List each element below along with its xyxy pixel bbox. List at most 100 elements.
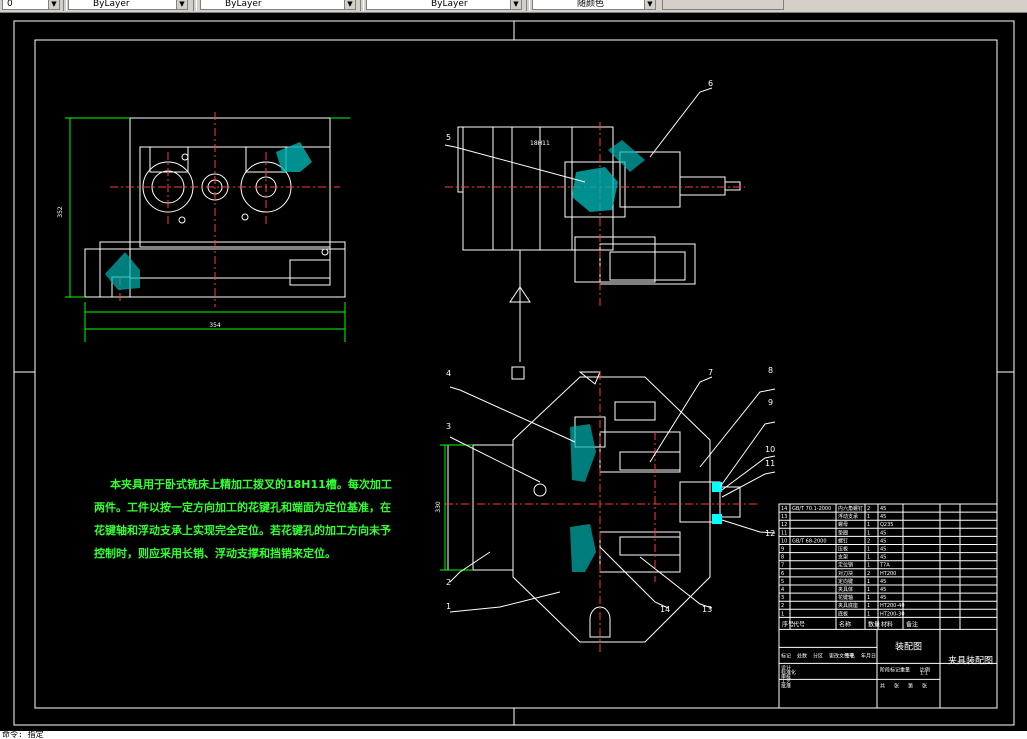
linetype-combo[interactable]: ByLayer ▼ (200, 0, 356, 10)
toolbar-separator (360, 0, 364, 11)
parts-cell: 1 (867, 587, 870, 593)
chevron-down-icon[interactable]: ▼ (510, 0, 521, 9)
balloon-9: 9 (768, 398, 773, 407)
section-view-dimension: 330 (435, 501, 442, 513)
parts-cell: 7 (781, 563, 784, 569)
parts-cell: 45 (880, 538, 886, 544)
parts-cell: 1 (867, 514, 870, 520)
drawing-canvas[interactable]: 354 352 18H11 330 1 2 3 4 5 6 7 8 9 10 1… (0, 12, 1027, 731)
parts-cell: 底板 (838, 610, 848, 617)
parts-cell: 支架 (838, 554, 848, 561)
balloon-7: 7 (708, 368, 713, 377)
parts-cell: 4 (781, 587, 784, 593)
parts-cell: 1 (867, 595, 870, 601)
parts-cell: 压板 (838, 546, 848, 553)
balloon-2: 2 (446, 578, 451, 587)
parts-cell: 2 (781, 603, 784, 609)
parts-cell: Q235 (880, 522, 893, 528)
parts-cell: 内六角螺钉 (838, 505, 863, 512)
drawing-name-label: 装配图 (895, 640, 922, 652)
front-view-dimension: 18H11 (530, 140, 550, 147)
parts-cell: 9 (781, 547, 784, 553)
chevron-down-icon[interactable]: ▼ (48, 0, 59, 9)
parts-cell: 1 (867, 547, 870, 553)
title-block-label: 张 (894, 682, 899, 689)
parts-cell: 夹具体 (838, 586, 853, 593)
parts-cell: HT200 (880, 571, 896, 577)
parts-cell: GB/T 68-2000 (792, 538, 827, 544)
plotstyle-combo[interactable]: 随颜色 ▼ (532, 0, 656, 10)
parts-cell: 11 (781, 530, 787, 536)
parts-cell: 螺钉 (838, 537, 848, 544)
plotstyle-combo-value: 随颜色 (577, 0, 605, 9)
parts-cell: 1 (867, 611, 870, 617)
balloon-5: 5 (446, 133, 451, 142)
balloon-11: 11 (765, 459, 775, 468)
parts-cell: 对刀块 (838, 570, 853, 577)
chevron-down-icon[interactable]: ▼ (176, 0, 187, 9)
title-block: 14 GB/T 70.1-2000 内六角螺钉 2 4513 浮动支承 1 4512 螺母 1 Q2… (778, 503, 998, 709)
parts-header-cell: 数量 (868, 620, 880, 628)
title-block-label: 标记 (781, 652, 791, 659)
plotstyle-control[interactable] (662, 0, 784, 10)
title-block-label: 重量 (900, 666, 910, 673)
parts-cell: 螺母 (838, 521, 848, 528)
parts-cell: 花键轴 (838, 594, 853, 601)
color-combo-value: ByLayer (93, 0, 130, 9)
parts-cell: 1 (867, 563, 870, 569)
title-block-label: 分区 (813, 652, 823, 659)
parts-cell: 3 (781, 595, 784, 601)
parts-cell: 2 (867, 538, 870, 544)
parts-cell: HT200-40 (880, 603, 905, 609)
parts-cell: HT200-30 (880, 611, 905, 617)
parts-cell: 45 (880, 506, 886, 512)
title-block-label: 处数 (797, 652, 807, 659)
title-block-label: 张 (922, 682, 927, 689)
note-line-3: 花键轴和浮动支承上实现完全定位。若花键孔的加工方向未予 (94, 523, 391, 537)
dimension-width-label: 354 (209, 322, 221, 329)
chevron-down-icon[interactable]: ▼ (344, 0, 355, 9)
toolbar-separator (63, 0, 67, 11)
parts-cell: 45 (880, 555, 886, 561)
parts-cell: 1 (867, 579, 870, 585)
balloon-1: 1 (446, 602, 451, 611)
note-line-4: 控制时，则应采用长销、浮动支撑和挡销来定位。 (94, 546, 336, 560)
command-line[interactable]: 命令: 指定 (0, 731, 1027, 739)
parts-cell: 5 (781, 579, 784, 585)
parts-cell: 10 (781, 538, 787, 544)
parts-cell: 1 (867, 555, 870, 561)
balloon-12: 12 (765, 529, 775, 538)
balloon-8: 8 (768, 366, 773, 375)
note-line-2: 两件。工件以按一定方向加工的花键孔和端面为定位基准，在 (94, 500, 391, 514)
parts-cell: T7A (879, 563, 890, 569)
toolbar-separator (526, 0, 530, 11)
balloon-14: 14 (660, 605, 670, 614)
title-block-label: 比例 (920, 666, 930, 673)
chevron-down-icon[interactable]: ▼ (644, 0, 655, 9)
parts-cell: 1 (867, 522, 870, 528)
parts-cell: 45 (880, 547, 886, 553)
balloon-10: 10 (765, 445, 775, 454)
balloon-labels: 1 2 3 4 5 6 7 8 9 10 11 12 13 14 (446, 79, 775, 614)
parts-cell: 6 (781, 571, 784, 577)
parts-cell: 夹具底座 (838, 602, 858, 609)
balloon-4: 4 (446, 369, 451, 378)
parts-header-cell: 名称 (839, 620, 851, 628)
parts-cell: 定位销 (838, 562, 853, 569)
title-block-label: 第 (908, 682, 913, 689)
parts-cell: 14 (781, 506, 787, 512)
title-block-label: 阶段标记 (880, 666, 900, 673)
title-block-label: 年月日 (861, 652, 876, 659)
note-line-1: 本夹具用于卧式铣床上精加工拨叉的18H11槽。每次加工 (110, 477, 392, 491)
layer-combo[interactable]: 0 ▼ (2, 0, 60, 10)
parts-cell: 1 (867, 530, 870, 536)
linetype-combo-value: ByLayer (225, 0, 262, 9)
dimension-height-label: 352 (57, 206, 64, 218)
toolbar-separator (193, 0, 197, 11)
lineweight-combo[interactable]: ByLayer ▼ (366, 0, 522, 10)
parts-cell: 垫圈 (838, 529, 848, 536)
color-combo[interactable]: ByLayer ▼ (68, 0, 188, 10)
parts-cell: 1 (781, 611, 784, 617)
lineweight-combo-value: ByLayer (431, 0, 468, 9)
parts-cell: 45 (880, 587, 886, 593)
